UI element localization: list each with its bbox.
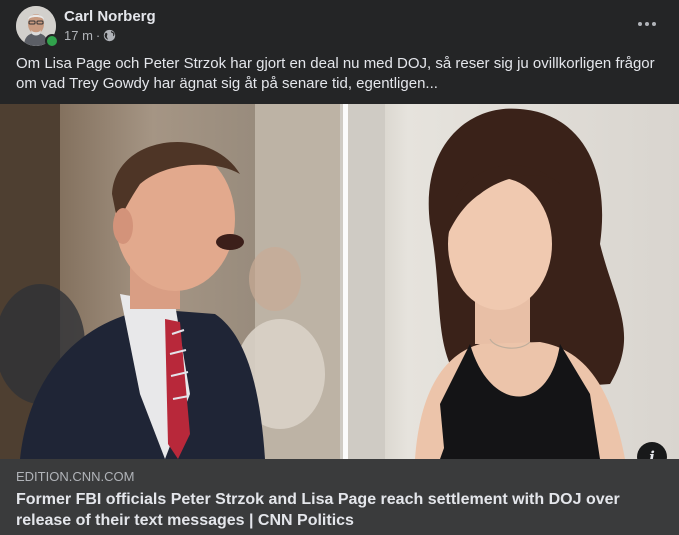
link-preview-image[interactable] — [0, 104, 679, 459]
link-domain: EDITION.CNN.COM — [16, 469, 135, 484]
more-horizontal-icon — [637, 22, 658, 26]
meta-separator: · — [95, 28, 101, 43]
link-headline[interactable]: Former FBI officials Peter Strzok and Li… — [16, 489, 656, 531]
globe-icon — [104, 29, 116, 42]
online-status-dot — [45, 34, 59, 48]
more-options-button[interactable] — [631, 8, 663, 40]
author-name[interactable]: Carl Norberg — [64, 8, 156, 25]
news-photo — [0, 104, 679, 459]
post-message: Om Lisa Page och Peter Strzok har gjort … — [16, 55, 655, 92]
post-time[interactable]: 17 m — [64, 28, 93, 43]
post-meta: 17 m · — [64, 28, 116, 43]
link-preview[interactable]: i EDITION.CNN.COM Former FBI officials P… — [0, 104, 679, 535]
link-preview-info[interactable]: EDITION.CNN.COM Former FBI officials Pet… — [0, 459, 679, 535]
post-card: Carl Norberg 17 m · Om Lisa Page och Pet… — [0, 0, 679, 535]
